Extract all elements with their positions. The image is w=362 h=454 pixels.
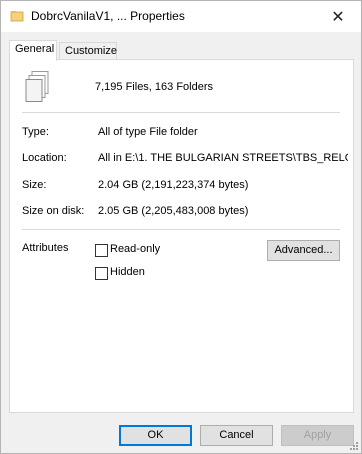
cancel-button[interactable]: Cancel (200, 425, 273, 446)
close-button[interactable]: ✕ (315, 1, 361, 32)
location-value: All in E:\1. THE BULGARIAN STREETS\TBS_R… (98, 152, 348, 164)
multiple-files-icon (25, 71, 49, 102)
tab-general[interactable]: General (9, 40, 57, 61)
close-icon: ✕ (331, 8, 345, 26)
apply-button[interactable]: Apply (281, 425, 354, 446)
title-bar[interactable]: DobrcVanilaV1, ... Properties ✕ (1, 1, 361, 32)
size-value: 2.04 GB (2,191,223,374 bytes) (98, 179, 249, 191)
divider (22, 112, 340, 113)
general-panel: 7,195 Files, 163 Folders Type: All of ty… (9, 59, 354, 413)
ok-button[interactable]: OK (119, 425, 192, 446)
readonly-label[interactable]: Read-only (110, 243, 160, 255)
hidden-checkbox[interactable] (95, 267, 108, 280)
advanced-button[interactable]: Advanced... (267, 240, 340, 261)
size-on-disk-value: 2.05 GB (2,205,483,008 bytes) (98, 205, 249, 217)
type-label: Type: (22, 126, 49, 138)
properties-dialog: DobrcVanilaV1, ... Properties ✕ General … (0, 0, 362, 454)
window-title: DobrcVanilaV1, ... Properties (31, 9, 185, 23)
divider (22, 229, 340, 230)
hidden-label[interactable]: Hidden (110, 266, 145, 278)
readonly-checkbox[interactable] (95, 244, 108, 257)
size-label: Size: (22, 179, 47, 191)
resize-grip-icon[interactable] (349, 441, 359, 451)
folder-icon (10, 11, 24, 22)
type-value: All of type File folder (98, 126, 198, 138)
attributes-label: Attributes (22, 242, 69, 254)
location-label: Location: (22, 152, 67, 164)
size-on-disk-label: Size on disk: (22, 205, 85, 217)
tab-customize[interactable]: Customize (59, 42, 117, 59)
file-folder-count: 7,195 Files, 163 Folders (95, 81, 214, 93)
